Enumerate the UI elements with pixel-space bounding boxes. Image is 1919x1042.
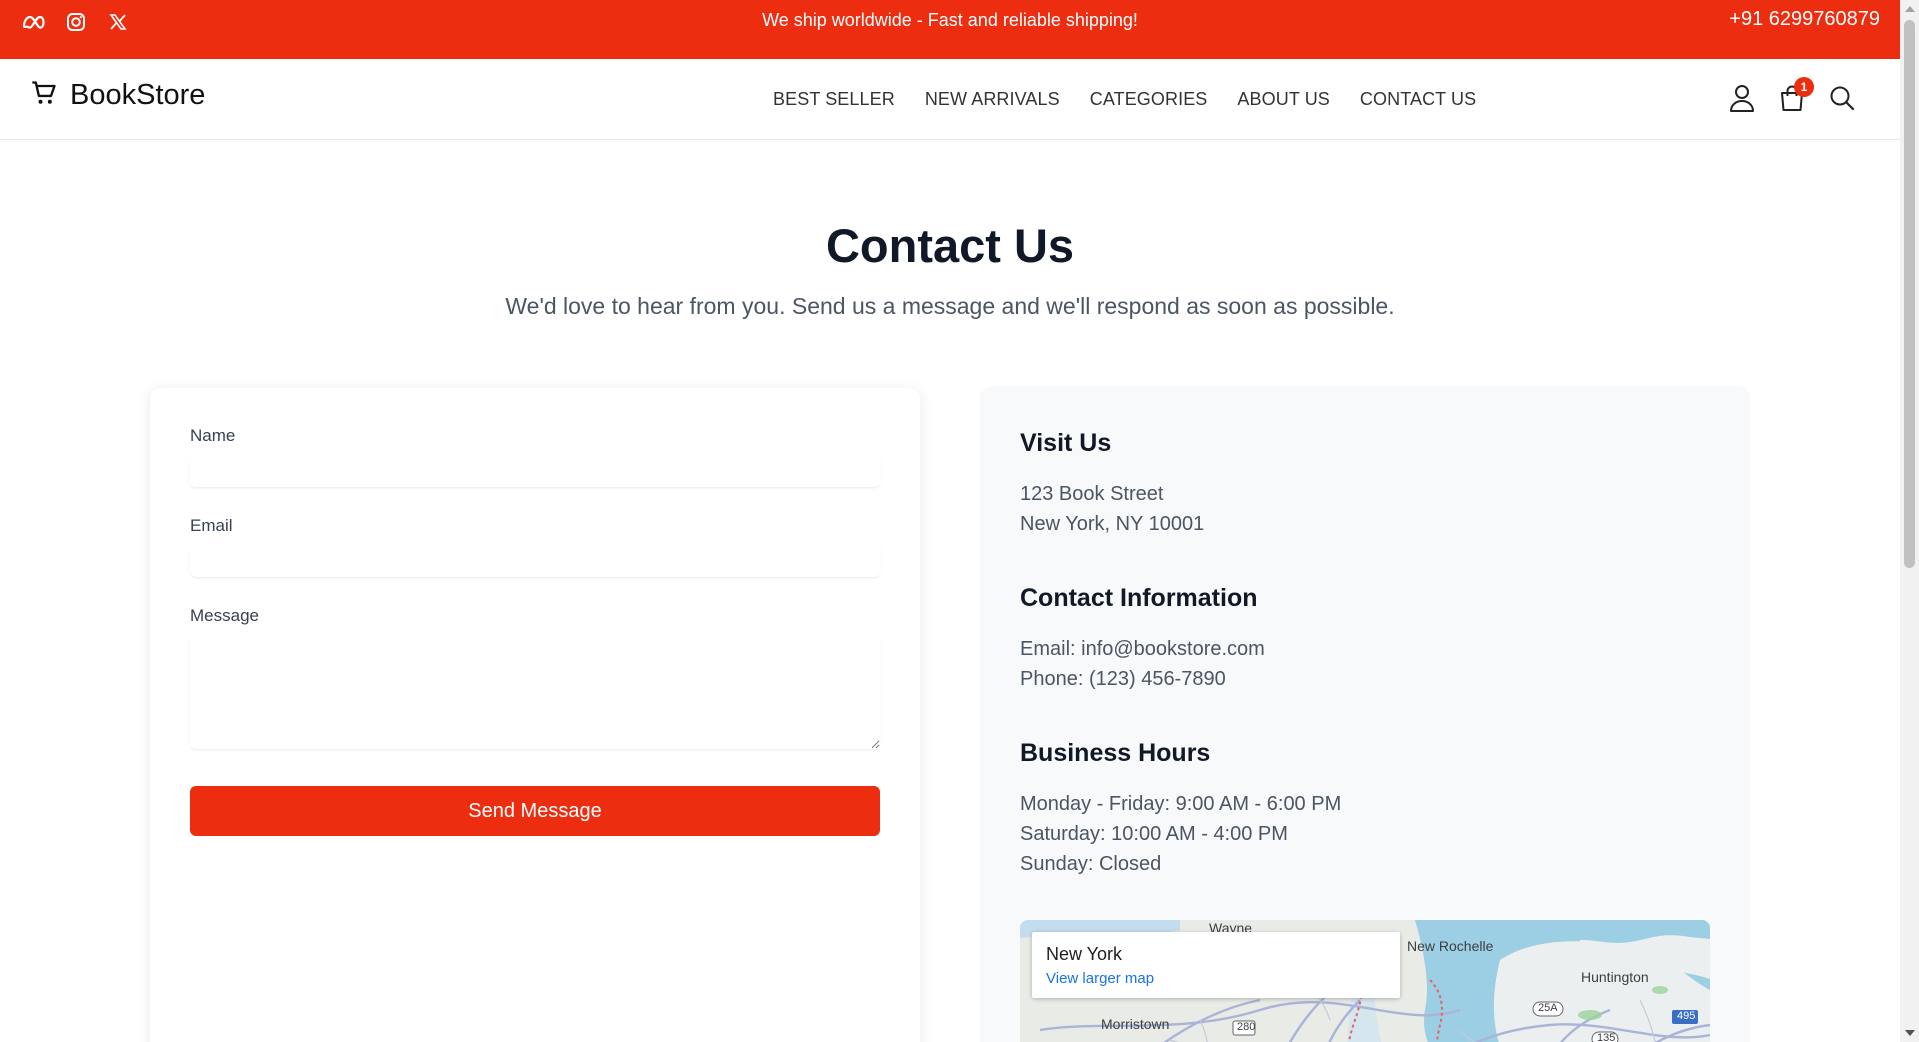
nav-item-categories[interactable]: CATEGORIES — [1090, 89, 1208, 110]
map-place-name: New York — [1046, 944, 1123, 964]
hours-saturday: Saturday: 10:00 AM - 4:00 PM — [1020, 823, 1288, 845]
cart-count-badge: 1 — [1794, 77, 1814, 97]
email-info: Email: info@bookstore.com — [1020, 638, 1265, 660]
contact-information-heading: Contact Information — [1020, 584, 1258, 612]
promo-text: We ship worldwide - Fast and reliable sh… — [762, 10, 1138, 30]
map-label-huntington: Huntington — [1581, 969, 1649, 985]
name-input[interactable] — [190, 452, 880, 488]
view-larger-map-link[interactable]: View larger map — [1046, 970, 1154, 987]
hours-sunday: Sunday: Closed — [1020, 853, 1162, 875]
nav-actions: 1 — [1728, 77, 1856, 113]
page-scrollbar[interactable] — [1900, 0, 1919, 1042]
brand-name: BookStore — [70, 79, 206, 111]
nav-item-about-us[interactable]: ABOUT US — [1237, 89, 1330, 110]
nav-item-contact-us[interactable]: CONTACT US — [1360, 89, 1476, 110]
location-map[interactable]: 280 25A 495 135 Wayne New Rochelle Hunti… — [1020, 920, 1710, 1042]
contact-form: Name Email Message Send Message — [150, 388, 920, 1042]
shield-label: 280 — [1237, 1021, 1256, 1033]
scroll-up-arrow-icon[interactable] — [1905, 6, 1915, 12]
phone-info: Phone: (123) 456-7890 — [1020, 668, 1226, 690]
nav-item-best-seller[interactable]: BEST SELLER — [773, 89, 895, 110]
contact-info-panel: Visit Us 123 Book Street New York, NY 10… — [980, 386, 1750, 1042]
message-textarea[interactable] — [190, 632, 880, 750]
hours-weekday: Monday - Friday: 9:00 AM - 6:00 PM — [1020, 793, 1342, 815]
page-title: Contact Us — [825, 219, 1075, 272]
name-label: Name — [190, 426, 236, 445]
main-nav: BookStore BEST SELLER NEW ARRIVALS CATEG… — [0, 59, 1900, 140]
address-line-2: New York, NY 10001 — [1020, 513, 1205, 535]
shield-label: 25A — [1538, 1002, 1558, 1014]
scroll-down-arrow-icon[interactable] — [1905, 1030, 1915, 1036]
email-input[interactable] — [190, 542, 880, 578]
map-label-morristown: Morristown — [1101, 1016, 1170, 1032]
business-hours-heading: Business Hours — [1020, 739, 1211, 767]
visit-us-heading: Visit Us — [1020, 429, 1112, 457]
brand-logo[interactable]: BookStore — [30, 79, 205, 112]
message-label: Message — [190, 606, 259, 625]
shopping-bag-icon[interactable]: 1 — [1778, 77, 1814, 113]
phone-number: +91 6299760879 — [1729, 8, 1880, 30]
top-bar: We ship worldwide - Fast and reliable sh… — [0, 0, 1900, 59]
shield-label: 135 — [1597, 1032, 1616, 1042]
map-label-new-rochelle: New Rochelle — [1407, 938, 1494, 954]
nav-item-new-arrivals[interactable]: NEW ARRIVALS — [925, 89, 1060, 110]
page-subtitle: We'd love to hear from you. Send us a me… — [505, 293, 1395, 319]
user-icon[interactable] — [1728, 83, 1756, 113]
scrollbar-thumb[interactable] — [1904, 20, 1915, 568]
map-info-card: New York View larger map — [1032, 932, 1400, 998]
email-label: Email — [190, 516, 233, 535]
shield-label: 495 — [1677, 1010, 1696, 1022]
cart-logo-icon — [30, 79, 58, 112]
send-message-button[interactable]: Send Message — [190, 786, 880, 836]
nav-menu: BEST SELLER NEW ARRIVALS CATEGORIES ABOU… — [773, 89, 1476, 110]
address-line-1: 123 Book Street — [1020, 483, 1164, 505]
search-icon[interactable] — [1828, 83, 1856, 113]
